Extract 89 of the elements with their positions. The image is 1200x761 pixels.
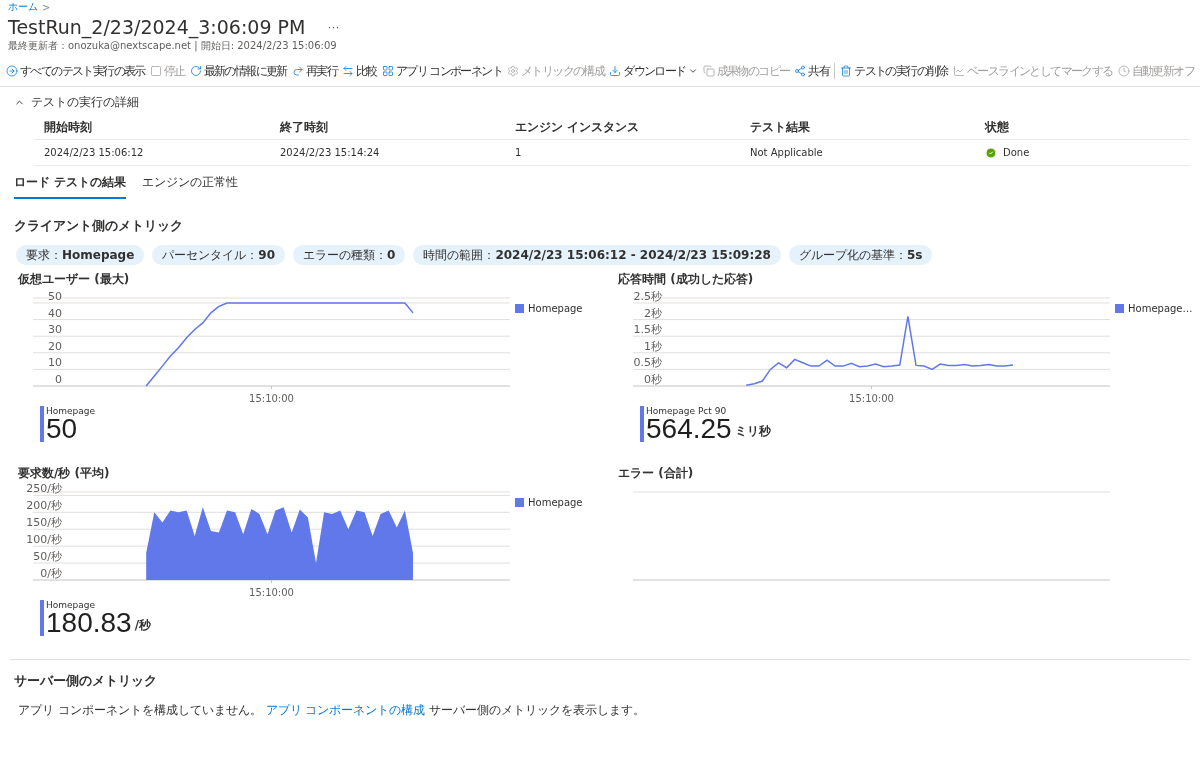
- toolbar-button[interactable]: 共有: [794, 62, 830, 80]
- download-icon: [609, 65, 622, 77]
- filter-pill[interactable]: 要求：Homepage: [16, 245, 145, 265]
- axis-label: 100/秒: [26, 533, 62, 547]
- breadcrumb-separator: >: [42, 1, 51, 13]
- chart-title: エラー (合計): [618, 465, 695, 482]
- toolbar-button[interactable]: 最新の情報に更新: [189, 62, 287, 80]
- more-button[interactable]: ···: [323, 20, 344, 34]
- legend-label: Homepage…: [1128, 303, 1193, 314]
- axis-label: 15:10:00: [249, 587, 294, 598]
- legend-swatch: [515, 304, 524, 313]
- settings-icon: [507, 65, 520, 77]
- stat-value: 180.83: [46, 610, 132, 636]
- clock-icon: [1117, 65, 1130, 77]
- stat-value: 50: [46, 416, 78, 442]
- table-cell: 2024/2/23 15:06:12: [34, 140, 270, 166]
- axis-label: 2.5秒: [633, 290, 662, 303]
- filter-pill[interactable]: パーセンタイル：90: [152, 245, 286, 265]
- filter-pill[interactable]: グループ化の基準：5s: [788, 245, 933, 265]
- column-header: 開始時刻: [34, 115, 270, 140]
- axis-label: 2秒: [644, 306, 662, 320]
- toolbar-button[interactable]: 再実行: [291, 62, 338, 80]
- caret-icon: [687, 66, 698, 76]
- table-cell: 1: [505, 140, 740, 166]
- axis-label: 40: [48, 306, 62, 320]
- section-heading: クライアント側のメトリック: [13, 217, 184, 235]
- axis-label: 1.5秒: [633, 323, 662, 337]
- toolbar-button[interactable]: アプリ コンポーネント: [381, 62, 503, 80]
- stat-label: Homepage: [46, 600, 97, 610]
- check-icon: [985, 146, 997, 159]
- chart-title: 仮想ユーザー (最大): [18, 271, 131, 288]
- arrow-circle-icon: [6, 65, 18, 77]
- axis-label: 30: [48, 323, 62, 337]
- grid-icon: [381, 65, 394, 77]
- legend-label: Homepage: [528, 497, 583, 508]
- column-header: エンジン インスタンス: [505, 115, 740, 140]
- stat-value: 564.25: [646, 416, 732, 442]
- filter-pill[interactable]: エラーの種類：0: [293, 245, 406, 265]
- stat-unit: ミリ秒: [734, 423, 771, 440]
- axis-label: 200/秒: [26, 499, 62, 513]
- axis-label: 0.5秒: [633, 356, 662, 370]
- axis-label: 0: [55, 373, 62, 386]
- axis-label: 150/秒: [26, 516, 62, 530]
- axis-label: 10: [48, 356, 62, 370]
- page-title: TestRun_2/23/2024_3:06:09 PM: [8, 16, 306, 38]
- toolbar-button[interactable]: テストの実行の削除: [840, 62, 948, 80]
- column-header: 状態: [975, 115, 1190, 140]
- line-chart-icon: [952, 65, 965, 77]
- chart-title: 要求数/秒 (平均): [18, 465, 111, 482]
- table-cell: 2024/2/23 15:14:24: [270, 140, 505, 166]
- legend-swatch: [515, 498, 524, 507]
- axis-label: 250/秒: [26, 482, 62, 496]
- toolbar-button[interactable]: すべてのテスト実行の表示: [6, 62, 145, 80]
- table-cell: Not Applicable: [740, 140, 975, 166]
- stop-icon: [149, 65, 162, 77]
- info-text: アプリ コンポーネントを構成していません。 アプリ コンポーネントの構成 サーバー側のメトリックを表示します。: [18, 702, 647, 719]
- stat-label: Homepage: [46, 406, 96, 416]
- redo-icon: [291, 65, 304, 77]
- compare-icon: [342, 65, 355, 77]
- legend-swatch: [1115, 304, 1124, 313]
- axis-label: 0秒: [644, 373, 662, 386]
- section-toggle[interactable]: テストの実行の詳細: [0, 89, 1200, 115]
- legend-label: Homepage: [528, 303, 583, 314]
- axis-label: 50: [48, 290, 62, 303]
- column-header: テスト結果: [740, 115, 975, 140]
- share-icon: [794, 65, 807, 77]
- axis-label: 20: [48, 339, 62, 353]
- tab[interactable]: ロード テストの結果: [14, 170, 127, 199]
- tab[interactable]: エンジンの正常性: [142, 170, 239, 199]
- stat-label: Homepage Pct 90: [646, 406, 728, 416]
- axis-label: 50/秒: [33, 550, 62, 564]
- configure-link[interactable]: アプリ コンポーネントの構成: [265, 703, 426, 717]
- axis-label: 0/秒: [40, 567, 62, 580]
- filter-pill[interactable]: 時間の範囲：2024/2/23 15:06:12 - 2024/2/23 15:09:28: [413, 245, 781, 265]
- axis-label: 1秒: [644, 339, 662, 353]
- copy-icon: [702, 65, 715, 77]
- refresh-icon: [189, 65, 202, 77]
- chart-title: 応答時間 (成功した応答): [618, 271, 755, 288]
- page-subtitle: 最終更新者：onozuka@nextscape.net | 開始日: 2024/2/23 15:06:09: [7, 39, 338, 53]
- table-cell: Done: [1003, 147, 1030, 158]
- stat-unit: /秒: [134, 617, 152, 634]
- toolbar-button[interactable]: ダウンロード: [609, 62, 698, 80]
- column-header: 終了時刻: [270, 115, 505, 140]
- section-heading: サーバー側のメトリック: [13, 672, 158, 690]
- trash-icon: [840, 65, 853, 77]
- breadcrumb-link[interactable]: ホーム: [8, 0, 38, 14]
- axis-label: 15:10:00: [849, 393, 894, 404]
- axis-label: 15:10:00: [249, 393, 294, 404]
- toolbar-button[interactable]: 比較: [342, 62, 377, 80]
